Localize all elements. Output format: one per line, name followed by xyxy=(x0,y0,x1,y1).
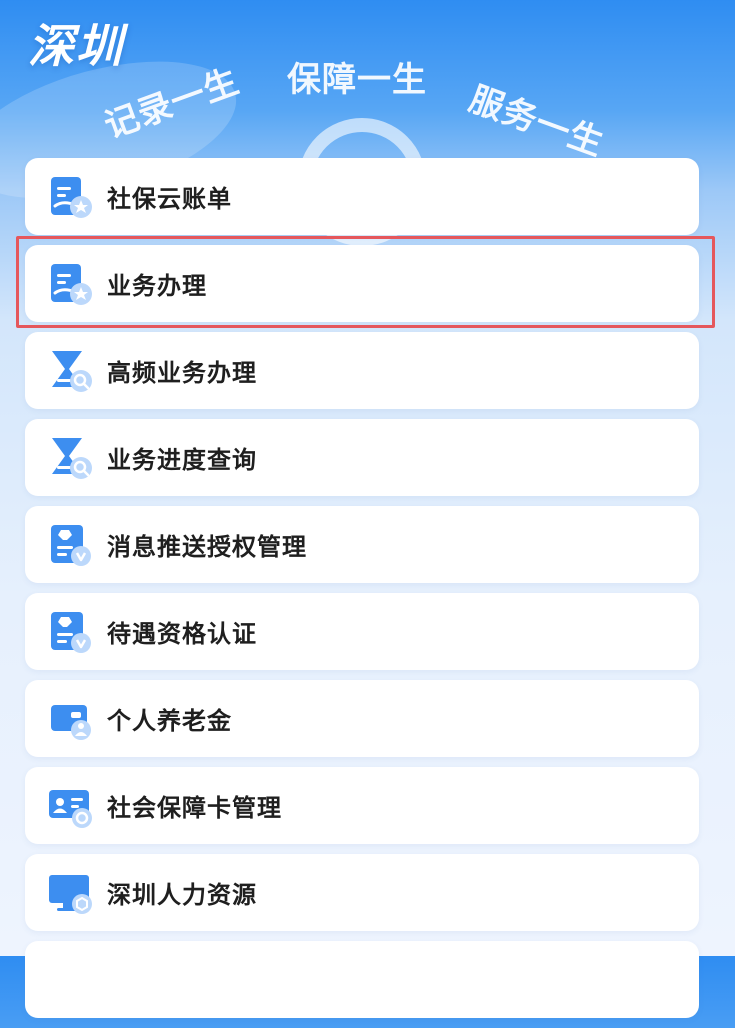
menu-item-label: 深圳人力资源 xyxy=(107,881,257,909)
menu-item-label: 社保云账单 xyxy=(107,185,232,213)
slogan-protect: 保障一生 xyxy=(287,60,427,100)
document-badge-icon xyxy=(49,610,93,654)
city-title: 深圳 xyxy=(28,19,124,73)
menu-item-social-security-card[interactable]: 社会保障卡管理 xyxy=(25,767,699,844)
menu-item-social-security-bill[interactable]: 社保云账单 xyxy=(25,158,699,235)
menu-item-label: 业务办理 xyxy=(107,272,207,300)
menu-item-label: 社会保障卡管理 xyxy=(107,794,282,822)
menu-item-progress-query[interactable]: 业务进度查询 xyxy=(25,419,699,496)
menu-item-frequent-business[interactable]: 高频业务办理 xyxy=(25,332,699,409)
slogan-service: 服务一生 xyxy=(463,78,610,165)
menu-item-label: 业务进度查询 xyxy=(107,446,257,474)
hourglass-search-icon xyxy=(49,349,93,393)
document-badge-icon xyxy=(49,523,93,567)
menu-item-label: 待遇资格认证 xyxy=(107,620,257,648)
menu-item-label: 高频业务办理 xyxy=(107,359,257,387)
bill-icon xyxy=(49,175,93,219)
menu-item-notification-authorization[interactable]: 消息推送授权管理 xyxy=(25,506,699,583)
hourglass-search-icon xyxy=(49,436,93,480)
wallet-person-icon xyxy=(49,697,93,741)
menu-item-partial[interactable] xyxy=(25,941,699,1018)
menu-item-personal-pension[interactable]: 个人养老金 xyxy=(25,680,699,757)
bill-icon xyxy=(49,262,93,306)
menu-item-benefit-qualification[interactable]: 待遇资格认证 xyxy=(25,593,699,670)
menu-item-label: 消息推送授权管理 xyxy=(107,533,307,561)
service-menu: 社保云账单 业务办理 高频业务办理 业务进度查询 消息推送授权管理 待遇资格认证… xyxy=(25,158,699,1028)
menu-item-label: 个人养老金 xyxy=(107,707,232,735)
menu-item-shenzhen-hr[interactable]: 深圳人力资源 xyxy=(25,854,699,931)
menu-item-business-handling[interactable]: 业务办理 xyxy=(25,245,699,322)
card-icon xyxy=(49,784,93,828)
monitor-icon xyxy=(49,871,93,915)
